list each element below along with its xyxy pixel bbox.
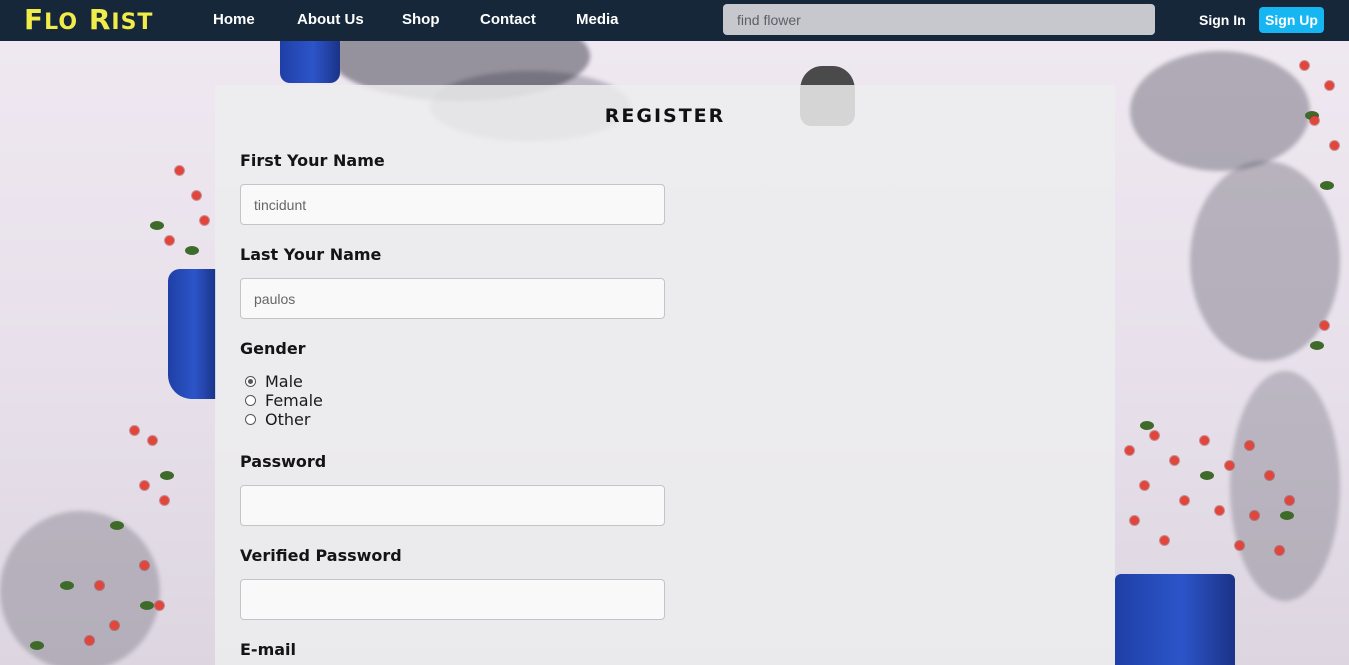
nav-contact-link[interactable]: Contact [480, 11, 536, 29]
form-title: REGISTER [604, 105, 726, 127]
radio-male-label: Male [265, 372, 303, 391]
verified-password-label: Verified Password [240, 546, 402, 565]
gender-option-female[interactable]: Female [245, 391, 323, 410]
last-name-label: Last Your Name [240, 245, 382, 264]
email-label: E-mail [240, 640, 297, 659]
radio-male[interactable] [245, 376, 256, 387]
search-input[interactable] [723, 4, 1155, 35]
nav-about-link[interactable]: About Us [297, 11, 364, 29]
nav-shop-link[interactable]: Shop [402, 11, 440, 29]
password-label: Password [240, 452, 327, 471]
password-input[interactable] [240, 485, 665, 526]
top-navbar: FLO RIST Home About Us Shop Contact Medi… [0, 0, 1349, 41]
brand-text-ist: IST [111, 10, 154, 35]
brand-logo[interactable]: FLO RIST [24, 3, 153, 40]
brand-text-lo: LO [44, 10, 79, 35]
sign-up-button[interactable]: Sign Up [1259, 7, 1324, 33]
brand-letter-r: R [88, 3, 112, 36]
radio-other-label: Other [265, 410, 311, 429]
radio-female-label: Female [265, 391, 323, 410]
gender-label: Gender [240, 339, 306, 358]
sign-in-link[interactable]: Sign In [1199, 12, 1246, 29]
register-form: REGISTER First Your Name Last Your Name … [215, 85, 1115, 665]
first-name-label: First Your Name [240, 151, 385, 170]
radio-female[interactable] [245, 395, 256, 406]
nav-media-link[interactable]: Media [576, 11, 619, 29]
radio-other[interactable] [245, 414, 256, 425]
last-name-input[interactable] [240, 278, 665, 319]
gender-option-male[interactable]: Male [245, 372, 303, 391]
verified-password-input[interactable] [240, 579, 665, 620]
gender-option-other[interactable]: Other [245, 410, 310, 429]
nav-home-link[interactable]: Home [213, 11, 255, 29]
brand-letter-f: F [24, 3, 45, 36]
first-name-input[interactable] [240, 184, 665, 225]
